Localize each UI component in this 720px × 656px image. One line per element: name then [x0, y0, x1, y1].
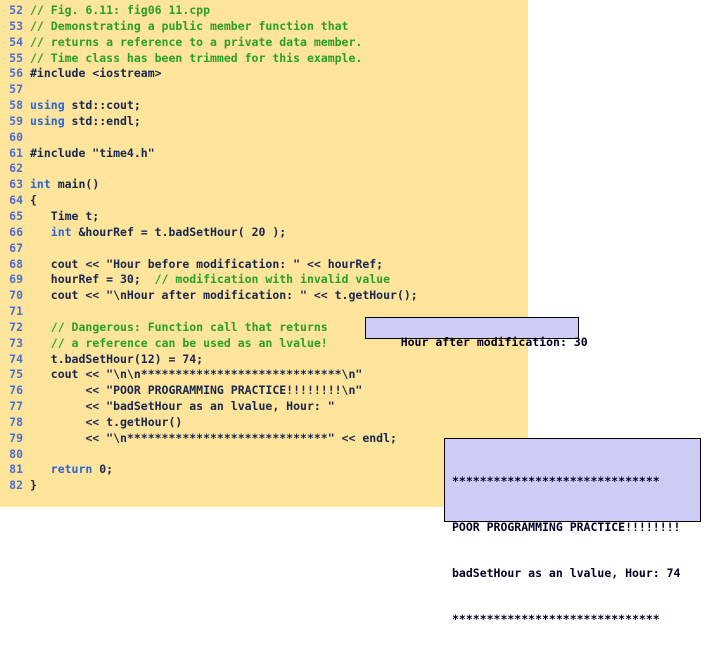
program-output-callout-2: ****************************** POOR PROG… [444, 438, 701, 626]
output-callout-2-line: POOR PROGRAMMING PRACTICE!!!!!!!! [452, 520, 681, 534]
line-number: 74 [9, 351, 23, 366]
line-number: 60 [9, 129, 23, 144]
code-line: 70 cout << "\nHour after modification: "… [0, 288, 528, 304]
line-number: 61 [9, 145, 23, 160]
line-number: 80 [9, 446, 23, 461]
code-line: 68 cout << "Hour before modification: " … [0, 257, 528, 273]
line-number: 59 [9, 113, 23, 128]
code-token: // Dangerous: Function call that returns [50, 319, 328, 334]
line-number: 70 [9, 288, 23, 303]
code-token: } [30, 478, 37, 493]
code-line: 67 [0, 241, 528, 257]
line-number: 66 [9, 224, 23, 239]
line-number: 69 [9, 272, 23, 287]
line-number: 78 [9, 414, 23, 429]
code-line: 56 #include <iostream> [0, 66, 528, 82]
line-number: 67 [9, 240, 23, 255]
line-number: 57 [9, 82, 23, 97]
code-listing-screen: 52 // Fig. 6.11: fig06 11.cpp 53 // Demonst… [0, 0, 720, 626]
code-line: 59 using std::endl; [0, 114, 528, 130]
line-number: 68 [9, 256, 23, 271]
code-line: 74 t.badSetHour(12) = 74; [0, 352, 528, 368]
code-token: &hourRef = t.badSetHour( 20 ); [71, 224, 287, 239]
code-token: cout << "Hour before modification: " << … [30, 256, 384, 271]
code-token: int [30, 177, 51, 192]
line-number: 55 [9, 50, 23, 65]
code-token: << "badSetHour as an lvalue, Hour: " [30, 399, 335, 414]
code-token: << "\n*****************************" << … [30, 430, 397, 445]
code-token: #include <iostream> [30, 66, 162, 81]
line-number: 63 [9, 177, 23, 192]
output-callout-2-line: ****************************** [452, 474, 660, 488]
line-number: 79 [9, 430, 23, 445]
line-number: 58 [9, 98, 23, 113]
code-line: 53 // Demonstrating a public member funct… [0, 19, 528, 35]
line-number: 82 [9, 478, 23, 493]
code-token: main() [50, 177, 100, 192]
code-token: << t.getHour() [30, 414, 183, 429]
code-line: 76 << "POOR PROGRAMMING PRACTICE!!!!!!!!… [0, 383, 528, 399]
output-callout-2-line: ****************************** [452, 612, 660, 626]
line-number: 62 [9, 161, 23, 176]
line-number: 65 [9, 208, 23, 223]
code-token: cout << "\nHour after modification: " <<… [30, 288, 418, 303]
code-token: hourRef = 30; [30, 272, 155, 287]
code-token: cout << "\n\n***************************… [30, 367, 363, 382]
code-line: 60 [0, 130, 528, 146]
code-token: // Demonstrating a public member functio… [30, 18, 349, 33]
code-line: 63 int main() [0, 177, 528, 193]
code-line: 54 // returns a reference to a private da… [0, 35, 528, 51]
code-line: 58 using std::cout; [0, 98, 528, 114]
code-line: 65 Time t; [0, 209, 528, 225]
code-token: int [50, 224, 72, 239]
source-code-panel[interactable]: 52 // Fig. 6.11: fig06 11.cpp 53 // Demonst… [0, 0, 528, 507]
code-token: 0; [92, 462, 114, 477]
line-number: 71 [9, 304, 23, 319]
code-token: #include "time4.h" [30, 145, 155, 160]
program-output-callout-1: Hour after modification: 30 [365, 317, 588, 349]
code-line: 62 [0, 161, 528, 177]
code-token: // modification with invalid value [154, 272, 391, 287]
line-number: 81 [9, 462, 23, 477]
code-token: std::cout; [64, 98, 141, 113]
code-token: return [50, 462, 93, 477]
line-number: 76 [9, 383, 23, 398]
code-line: 61 #include "time4.h" [0, 146, 528, 162]
code-line: 75 cout << "\n\n************************… [0, 367, 528, 383]
line-number: 77 [9, 399, 23, 414]
code-token: using [30, 113, 65, 128]
line-number: 54 [9, 34, 23, 49]
code-token: t.badSetHour(12) = 74; [30, 351, 204, 366]
line-number: 73 [9, 335, 23, 350]
code-token: Time t; [30, 208, 100, 223]
code-line: 57 [0, 82, 528, 98]
line-number: 75 [9, 367, 23, 382]
code-line: 52 // Fig. 6.11: fig06 11.cpp [0, 3, 528, 19]
line-number: 53 [9, 18, 23, 33]
code-token: // returns a reference to a private data… [30, 34, 363, 49]
code-line: 64 { [0, 193, 528, 209]
output-callout-1-text: Hour after modification: 30 [400, 335, 588, 349]
code-token: std::endl; [64, 113, 141, 128]
code-token: { [30, 193, 37, 208]
line-number: 64 [9, 193, 23, 208]
code-token: using [30, 98, 65, 113]
code-line: 78 << t.getHour() [0, 415, 528, 431]
line-number: 56 [9, 66, 23, 81]
code-line: 77 << "badSetHour as an lvalue, Hour: " [0, 399, 528, 415]
code-token: // Time class has been trimmed for this … [30, 50, 363, 65]
code-token: // a reference can be used as an lvalue! [50, 335, 328, 350]
line-number: 72 [9, 319, 23, 334]
line-number: 52 [9, 3, 23, 17]
code-token: // Fig. 6.11: fig06 11.cpp [30, 3, 211, 17]
code-token: << "POOR PROGRAMMING PRACTICE!!!!!!!!\n" [30, 383, 363, 398]
code-line: 66 int &hourRef = t.badSetHour( 20 ); [0, 225, 528, 241]
output-callout-2-line: badSetHour as an lvalue, Hour: 74 [452, 566, 681, 580]
code-line: 69 hourRef = 30; // modification with in… [0, 272, 528, 288]
code-line: 55 // Time class has been trimmed for thi… [0, 51, 528, 67]
